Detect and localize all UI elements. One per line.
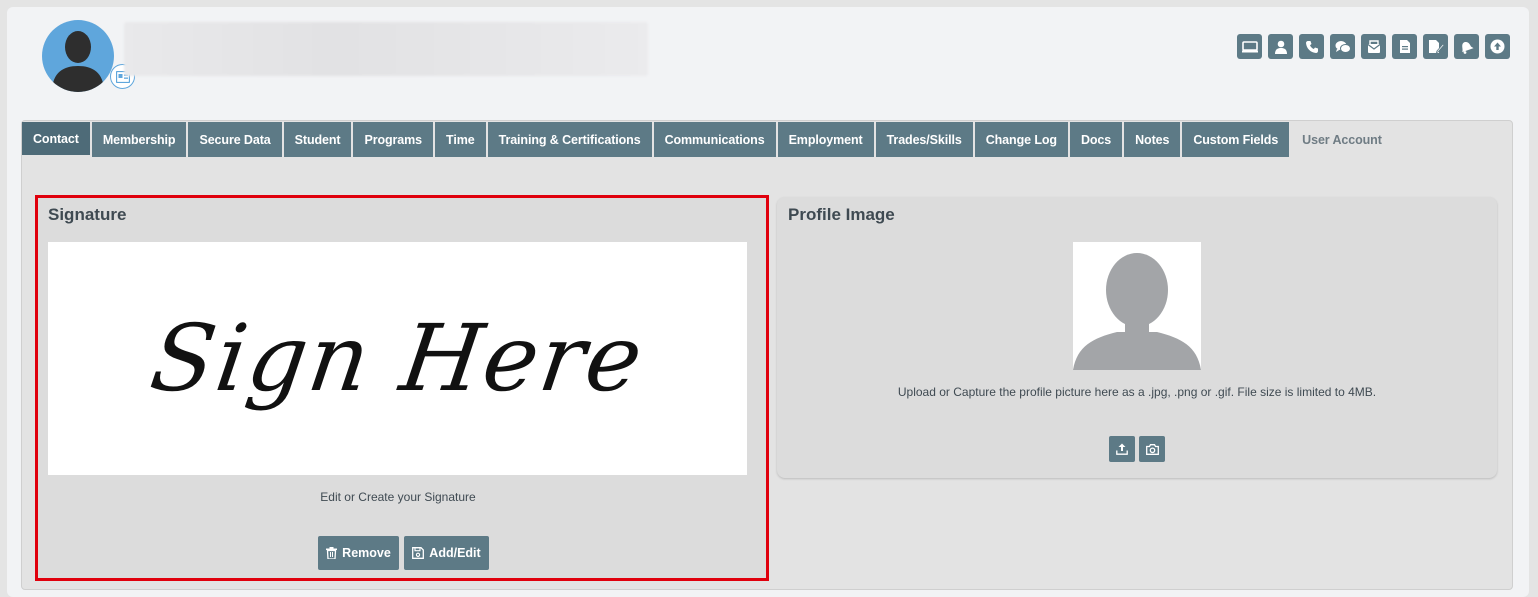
camera-icon <box>1145 443 1159 455</box>
tab-notes[interactable]: Notes <box>1124 122 1181 157</box>
tab-employment[interactable]: Employment <box>777 122 874 157</box>
avatar-silhouette-icon <box>52 31 104 92</box>
tab-docs[interactable]: Docs <box>1069 122 1123 157</box>
user-avatar[interactable] <box>42 20 114 92</box>
upload-circle-icon[interactable] <box>1485 34 1510 59</box>
add-edit-button-label: Add/Edit <box>429 546 481 560</box>
edit-document-icon[interactable] <box>1423 34 1448 59</box>
profile-image-preview <box>1073 242 1201 370</box>
add-edit-signature-button[interactable]: Add/Edit <box>404 536 489 570</box>
trash-icon <box>326 547 338 559</box>
tab-bar: Contact Membership Secure Data Student P… <box>22 122 1393 157</box>
signature-placeholder-text: Sign Here <box>144 305 651 412</box>
person-placeholder-icon <box>1073 253 1201 370</box>
chat-icon[interactable] <box>1330 34 1355 59</box>
tab-communications[interactable]: Communications <box>653 122 776 157</box>
upload-icon <box>1116 443 1128 455</box>
header-action-bar <box>1237 34 1510 59</box>
remove-button-label: Remove <box>342 546 391 560</box>
tab-membership[interactable]: Membership <box>91 122 187 157</box>
remove-signature-button[interactable]: Remove <box>318 536 399 570</box>
user-icon[interactable] <box>1268 34 1293 59</box>
member-name-redacted <box>124 22 648 76</box>
tab-trades-skills[interactable]: Trades/Skills <box>875 122 973 157</box>
profile-image-title: Profile Image <box>788 205 895 224</box>
upload-image-button[interactable] <box>1109 436 1135 462</box>
tab-user-account[interactable]: User Account <box>1291 122 1393 157</box>
save-icon <box>412 547 425 559</box>
bell-icon[interactable] <box>1454 34 1479 59</box>
tab-custom-fields[interactable]: Custom Fields <box>1182 122 1290 157</box>
tab-training-certifications[interactable]: Training & Certifications <box>487 122 652 157</box>
tab-change-log[interactable]: Change Log <box>974 122 1068 157</box>
signature-helper-text: Edit or Create your Signature <box>320 490 476 504</box>
phone-icon[interactable] <box>1299 34 1324 59</box>
signature-title: Signature <box>48 205 127 224</box>
tab-time[interactable]: Time <box>435 122 486 157</box>
tab-secure-data[interactable]: Secure Data <box>188 122 282 157</box>
signature-image[interactable]: Sign Here <box>48 242 747 475</box>
profile-image-helper-text: Upload or Capture the profile picture he… <box>897 385 1377 399</box>
document-icon[interactable] <box>1392 34 1417 59</box>
capture-image-button[interactable] <box>1139 436 1165 462</box>
tab-contact[interactable]: Contact <box>22 122 90 155</box>
tab-programs[interactable]: Programs <box>353 122 434 157</box>
id-card-icon[interactable] <box>1237 34 1262 59</box>
mail-icon[interactable] <box>1361 34 1386 59</box>
tab-student[interactable]: Student <box>283 122 352 157</box>
